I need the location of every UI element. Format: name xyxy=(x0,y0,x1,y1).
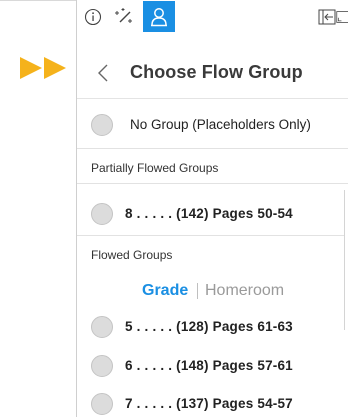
page-title: Choose Flow Group xyxy=(130,62,303,82)
flowed-heading: Flowed Groups xyxy=(91,248,173,262)
expand-icon xyxy=(336,11,348,23)
group-tabs: Grade Homeroom xyxy=(77,282,348,304)
magic-wand-icon xyxy=(115,8,132,23)
magic-wand-button[interactable] xyxy=(111,2,137,32)
back-chevron-icon[interactable] xyxy=(97,63,109,83)
panel-toolbar xyxy=(77,0,348,34)
group-7-label[interactable]: 7 . . . . . (137) Pages 54-57 xyxy=(125,396,293,411)
panel-header: Choose Flow Group xyxy=(77,54,348,92)
user-icon xyxy=(151,7,167,26)
tab-separator xyxy=(197,283,198,299)
scrollbar[interactable] xyxy=(344,190,348,330)
guide-arrows-icon xyxy=(20,57,66,79)
expand-button[interactable] xyxy=(336,2,348,32)
tab-grade[interactable]: Grade xyxy=(142,282,188,300)
divider xyxy=(77,183,348,184)
group-8-radio[interactable] xyxy=(91,203,113,225)
group-6-label[interactable]: 6 . . . . . (148) Pages 57-61 xyxy=(125,358,293,373)
outer-border xyxy=(0,0,78,1)
insert-left-button[interactable] xyxy=(316,2,338,32)
insert-left-icon xyxy=(318,9,336,25)
tab-homeroom[interactable]: Homeroom xyxy=(205,282,284,300)
flow-group-panel: Choose Flow Group No Group (Placeholders… xyxy=(76,0,348,417)
info-button[interactable] xyxy=(81,2,105,32)
user-button[interactable] xyxy=(143,1,175,32)
header-divider xyxy=(77,98,348,99)
screenshot-canvas: Choose Flow Group No Group (Placeholders… xyxy=(0,0,348,417)
group-5-radio[interactable] xyxy=(91,316,113,338)
no-group-radio[interactable] xyxy=(91,114,113,136)
divider xyxy=(77,235,348,236)
divider xyxy=(77,148,348,149)
group-7-radio[interactable] xyxy=(91,393,113,415)
group-8-label[interactable]: 8 . . . . . (142) Pages 50-54 xyxy=(125,206,293,221)
group-5-label[interactable]: 5 . . . . . (128) Pages 61-63 xyxy=(125,319,293,334)
partially-flowed-heading: Partially Flowed Groups xyxy=(91,161,219,175)
group-6-radio[interactable] xyxy=(91,355,113,377)
no-group-label[interactable]: No Group (Placeholders Only) xyxy=(130,117,311,132)
info-icon xyxy=(84,8,102,26)
